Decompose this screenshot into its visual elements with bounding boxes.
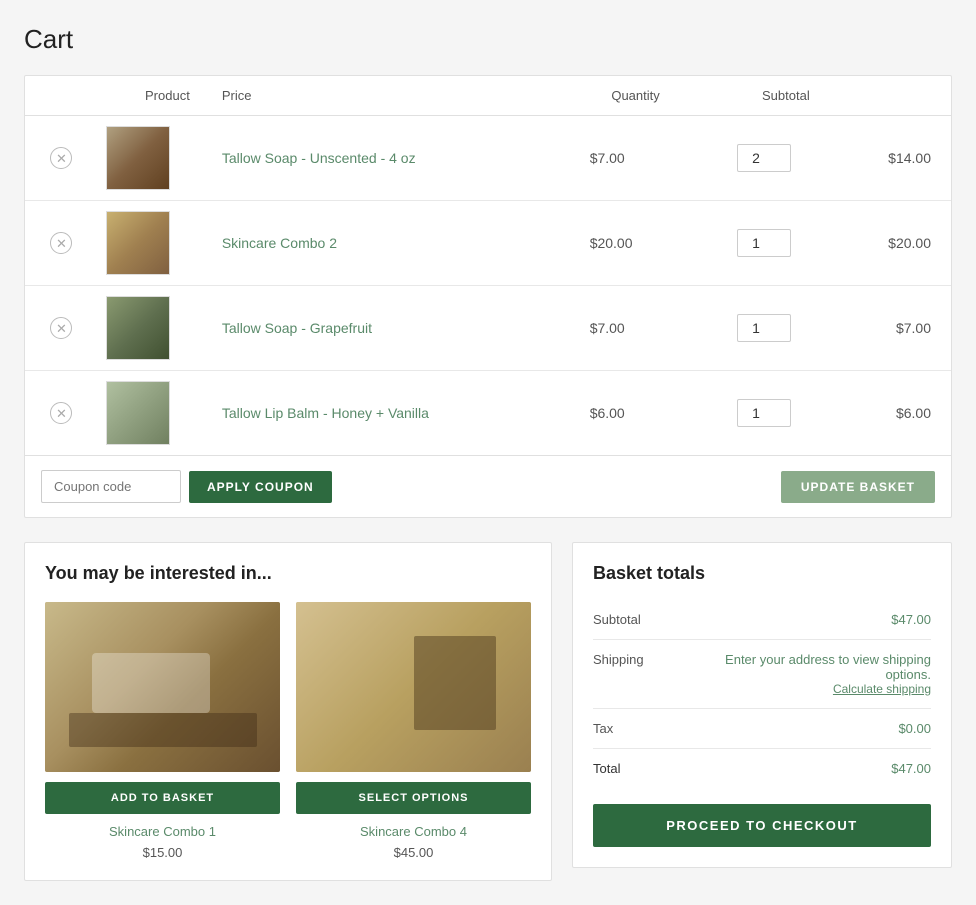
quantity-input[interactable]	[737, 314, 791, 342]
totals-shipping-label: Shipping	[593, 652, 644, 667]
page-title: Cart	[24, 24, 952, 55]
shipping-note: Enter your address to view shipping opti…	[725, 652, 931, 682]
coupon-input[interactable]	[41, 470, 181, 503]
calculate-shipping-link[interactable]: Calculate shipping	[711, 682, 931, 696]
product-name-link[interactable]: Tallow Soap - Grapefruit	[222, 320, 372, 336]
totals-tax-value: $0.00	[898, 721, 931, 736]
totals-shipping-row: Shipping Enter your address to view ship…	[593, 640, 931, 709]
remove-item-button[interactable]: ✕	[50, 402, 72, 424]
product-qty-cell	[697, 286, 829, 371]
product-price-cell: $20.00	[574, 201, 698, 286]
coupon-left: APPLY COUPON	[41, 470, 332, 503]
cart-table: Product Price Quantity Subtotal ✕ Tallow…	[25, 76, 951, 455]
totals-shipping-value: Enter your address to view shipping opti…	[711, 652, 931, 696]
totals-subtotal-row: Subtotal $47.00	[593, 600, 931, 640]
remove-item-button[interactable]: ✕	[50, 317, 72, 339]
quantity-input[interactable]	[737, 144, 791, 172]
soap-img-1-visual	[45, 602, 280, 772]
product-name-cell: Tallow Lip Balm - Honey + Vanilla	[206, 371, 574, 456]
coupon-row: APPLY COUPON UPDATE BASKET	[25, 455, 951, 517]
product-subtotal-cell: $7.00	[830, 286, 951, 371]
card-product-name-1: Skincare Combo 1	[45, 824, 280, 839]
cart-table-wrapper: Product Price Quantity Subtotal ✕ Tallow…	[24, 75, 952, 518]
product-subtotal-cell: $20.00	[830, 201, 951, 286]
proceed-to-checkout-button[interactable]: PROCEED TO CHECKOUT	[593, 804, 931, 847]
col-header-price: Price	[206, 76, 574, 116]
totals-tax-label: Tax	[593, 721, 613, 736]
totals-total-label: Total	[593, 761, 620, 776]
product-name-link[interactable]: Tallow Soap - Unscented - 4 oz	[222, 150, 416, 166]
interested-panel: You may be interested in... ADD TO BASKE…	[24, 542, 552, 881]
interested-title: You may be interested in...	[45, 563, 531, 584]
col-header-quantity: Quantity	[574, 76, 698, 116]
card-product-name-2: Skincare Combo 4	[296, 824, 531, 839]
update-basket-button[interactable]: UPDATE BASKET	[781, 471, 935, 503]
product-thumbnail	[106, 126, 170, 190]
product-subtotal-cell: $14.00	[830, 116, 951, 201]
product-price-cell: $6.00	[574, 371, 698, 456]
remove-cell: ✕	[25, 201, 98, 286]
table-row: ✕ Tallow Lip Balm - Honey + Vanilla $6.0…	[25, 371, 951, 456]
product-qty-cell	[697, 371, 829, 456]
product-image-2	[296, 602, 531, 772]
product-name-cell: Tallow Soap - Unscented - 4 oz	[206, 116, 574, 201]
product-price-cell: $7.00	[574, 116, 698, 201]
table-row: ✕ Tallow Soap - Grapefruit $7.00 $7.00	[25, 286, 951, 371]
totals-panel: Basket totals Subtotal $47.00 Shipping E…	[572, 542, 952, 868]
totals-subtotal-label: Subtotal	[593, 612, 641, 627]
col-header-subtotal: Subtotal	[697, 76, 829, 116]
product-qty-cell	[697, 116, 829, 201]
remove-cell: ✕	[25, 371, 98, 456]
totals-total-value: $47.00	[891, 761, 931, 776]
product-subtotal-cell: $6.00	[830, 371, 951, 456]
bottom-section: You may be interested in... ADD TO BASKE…	[24, 542, 952, 881]
product-name-link[interactable]: Tallow Lip Balm - Honey + Vanilla	[222, 405, 429, 421]
product-cards: ADD TO BASKET Skincare Combo 1 $15.00 SE…	[45, 602, 531, 860]
product-image-cell	[98, 116, 206, 201]
totals-tax-row: Tax $0.00	[593, 709, 931, 749]
product-image-1	[45, 602, 280, 772]
totals-subtotal-value: $47.00	[891, 612, 931, 627]
product-name-link[interactable]: Skincare Combo 2	[222, 235, 337, 251]
apply-coupon-button[interactable]: APPLY COUPON	[189, 471, 332, 503]
product-thumbnail	[106, 211, 170, 275]
remove-item-button[interactable]: ✕	[50, 232, 72, 254]
card-product-price-2: $45.00	[296, 845, 531, 860]
product-price-cell: $7.00	[574, 286, 698, 371]
remove-cell: ✕	[25, 286, 98, 371]
col-header-product: Product	[25, 76, 206, 116]
product-image-cell	[98, 371, 206, 456]
totals-total-row: Total $47.00	[593, 749, 931, 788]
product-image-cell	[98, 201, 206, 286]
card-product-price-1: $15.00	[45, 845, 280, 860]
quantity-input[interactable]	[737, 229, 791, 257]
product-qty-cell	[697, 201, 829, 286]
quantity-input[interactable]	[737, 399, 791, 427]
remove-cell: ✕	[25, 116, 98, 201]
card-product-link-2[interactable]: Skincare Combo 4	[360, 824, 467, 839]
interested-product-1: ADD TO BASKET Skincare Combo 1 $15.00	[45, 602, 280, 860]
table-row: ✕ Skincare Combo 2 $20.00 $20.00	[25, 201, 951, 286]
add-to-basket-button-1[interactable]: ADD TO BASKET	[45, 782, 280, 814]
select-options-button-2[interactable]: SELECT OPTIONS	[296, 782, 531, 814]
totals-title: Basket totals	[593, 563, 931, 584]
product-thumbnail	[106, 381, 170, 445]
card-product-link-1[interactable]: Skincare Combo 1	[109, 824, 216, 839]
product-image-cell	[98, 286, 206, 371]
table-row: ✕ Tallow Soap - Unscented - 4 oz $7.00 $…	[25, 116, 951, 201]
soap-img-2-visual	[296, 602, 531, 772]
product-thumbnail	[106, 296, 170, 360]
product-name-cell: Skincare Combo 2	[206, 201, 574, 286]
product-name-cell: Tallow Soap - Grapefruit	[206, 286, 574, 371]
remove-item-button[interactable]: ✕	[50, 147, 72, 169]
interested-product-2: SELECT OPTIONS Skincare Combo 4 $45.00	[296, 602, 531, 860]
